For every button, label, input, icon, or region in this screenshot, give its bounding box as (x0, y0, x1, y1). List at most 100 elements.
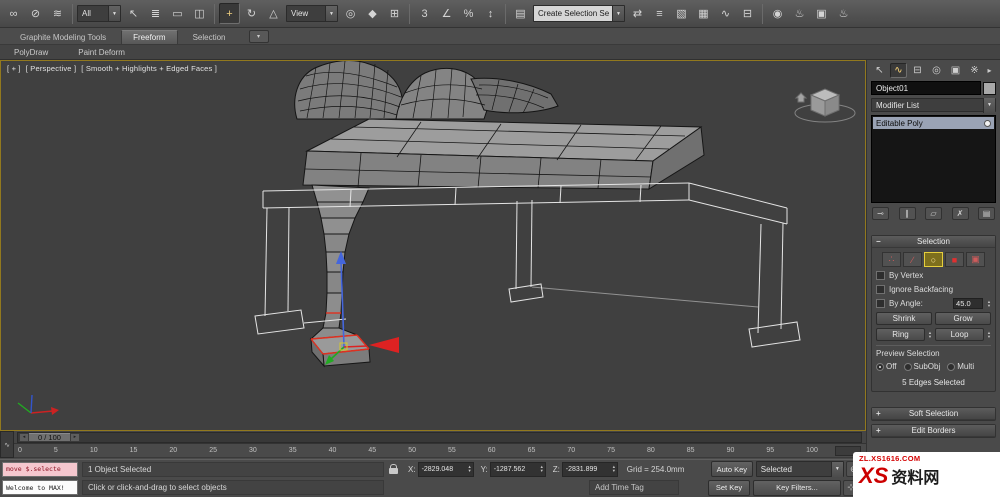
object-name-field[interactable]: Object01 (871, 81, 981, 95)
select-object-icon[interactable]: ↖ (123, 3, 144, 24)
shrink-button[interactable]: Shrink (876, 312, 932, 325)
render-setup-icon[interactable]: ♨ (789, 3, 810, 24)
ring-button[interactable]: Ring (876, 328, 926, 341)
modifier-list-combo[interactable]: Modifier List ▼ (871, 97, 996, 113)
chevron-down-icon[interactable]: ▼ (108, 6, 120, 21)
coord-y-field[interactable]: -1287.562 ▲ ▼ (489, 461, 546, 477)
preview-multi-radio[interactable]: Multi (947, 362, 974, 371)
keyboard-override-icon[interactable]: ⊞ (384, 3, 405, 24)
stack-item-editable-poly[interactable]: Editable Poly (873, 117, 994, 129)
selection-rollout-header[interactable]: − Selection (872, 236, 995, 248)
rendered-frame-window-icon[interactable]: ▣ (811, 3, 832, 24)
graphite-ribbon-toggle-icon[interactable]: ▦ (693, 3, 714, 24)
select-by-name-icon[interactable]: ≣ (145, 3, 166, 24)
panel-polydraw[interactable]: PolyDraw (14, 48, 48, 57)
object-color-swatch[interactable] (983, 81, 996, 95)
vertex-subobject-icon[interactable]: ∴ (882, 252, 901, 267)
viewport-menu-plus[interactable]: [ + ] (7, 64, 21, 73)
edit-borders-rollout-header[interactable]: + Edit Borders (872, 425, 995, 437)
grow-button[interactable]: Grow (935, 312, 991, 325)
angle-spinner-icon[interactable]: ▲ ▼ (987, 299, 991, 308)
use-center-icon[interactable]: ◎ (340, 3, 361, 24)
select-and-link-icon[interactable]: ∞ (3, 3, 24, 24)
tab-freeform[interactable]: Freeform (121, 30, 178, 44)
track-bar[interactable]: 0 5 10 15 20 25 30 35 40 45 50 55 60 65 70 75 80 85 90 95 10… (0, 444, 866, 458)
hierarchy-tab-icon[interactable]: ⊟ (909, 63, 926, 78)
configure-modifier-sets-icon[interactable]: ▤ (978, 206, 995, 220)
chevron-down-icon[interactable]: ▼ (983, 97, 995, 113)
motion-tab-icon[interactable]: ◎ (928, 63, 945, 78)
preview-off-radio[interactable]: Off (876, 362, 897, 371)
angle-snap-icon[interactable]: ∠ (436, 3, 457, 24)
modify-tab-icon[interactable]: ∿ (890, 62, 907, 78)
percent-snap-icon[interactable]: % (458, 3, 479, 24)
coord-x-field[interactable]: -2829.048 ▲ ▼ (417, 461, 474, 477)
viewcube[interactable] (794, 88, 856, 123)
spin-down-icon[interactable]: ▼ (540, 469, 544, 473)
snaps-toggle-icon[interactable]: 3 (414, 3, 435, 24)
select-and-manipulate-icon[interactable]: ◆ (362, 3, 383, 24)
edge-subobject-icon[interactable]: ∕ (903, 252, 922, 267)
window-crossing-toggle-icon[interactable]: ◫ (189, 3, 210, 24)
spin-down-icon[interactable]: ▼ (987, 303, 991, 308)
next-frame-icon[interactable]: ▸ (69, 432, 80, 442)
border-subobject-icon[interactable]: ○ (924, 252, 943, 267)
rectangular-selection-region-icon[interactable]: ▭ (167, 3, 188, 24)
panel-paint-deform[interactable]: Paint Deform (78, 48, 125, 57)
selection-lock-icon[interactable] (386, 462, 401, 477)
coord-y-spinner-icon[interactable]: ▲ ▼ (540, 465, 544, 473)
make-unique-icon[interactable]: ▱ (925, 206, 942, 220)
add-time-tag-button[interactable]: Add Time Tag (589, 480, 679, 496)
named-selection-set-combo[interactable]: Create Selection Se ▼ (533, 5, 625, 22)
align-icon[interactable]: ≡ (649, 3, 670, 24)
select-and-scale-icon[interactable]: △ (263, 3, 284, 24)
spin-down-icon[interactable]: ▼ (468, 469, 472, 473)
model-slab[interactable] (302, 118, 705, 190)
material-editor-icon[interactable]: ◉ (767, 3, 788, 24)
coord-z-spinner-icon[interactable]: ▲ ▼ (612, 465, 616, 473)
loop-button[interactable]: Loop (935, 328, 985, 341)
chevron-down-icon[interactable]: ▼ (830, 461, 843, 477)
select-and-rotate-icon[interactable]: ↻ (241, 3, 262, 24)
viewport-menu-view[interactable]: [ Perspective ] (26, 64, 77, 73)
set-key-button[interactable]: Set Key (708, 479, 750, 496)
unlink-selection-icon[interactable]: ⊘ (25, 3, 46, 24)
coord-x-spinner-icon[interactable]: ▲ ▼ (468, 465, 472, 473)
soft-selection-rollout-header[interactable]: + Soft Selection (872, 408, 995, 420)
selection-filter-combo[interactable]: All ▼ (77, 5, 121, 22)
visibility-bulb-icon[interactable] (984, 119, 991, 127)
display-tab-icon[interactable]: ▣ (947, 63, 964, 78)
tab-selection[interactable]: Selection (181, 30, 238, 44)
loop-spinner-icon[interactable]: ▲ ▼ (987, 330, 991, 339)
create-tab-icon[interactable]: ↖ (871, 63, 888, 78)
viewcube-home-icon[interactable] (794, 92, 808, 103)
select-and-move-icon[interactable]: + (219, 3, 240, 24)
model-ornament[interactable] (294, 61, 559, 120)
ring-spinner-icon[interactable]: ▲ ▼ (928, 330, 932, 339)
spinner-snap-icon[interactable]: ↕ (480, 3, 501, 24)
bind-to-spacewarp-icon[interactable]: ≋ (47, 3, 68, 24)
schematic-view-icon[interactable]: ⊟ (737, 3, 758, 24)
polygon-subobject-icon[interactable]: ■ (945, 252, 964, 267)
previous-frame-icon[interactable]: ◂ (19, 432, 29, 442)
element-subobject-icon[interactable]: ▣ (966, 252, 985, 267)
time-slider-track[interactable]: ◂ 0 / 100 ▸ (17, 431, 862, 443)
show-end-result-icon[interactable]: ∥ (898, 206, 916, 220)
render-production-icon[interactable]: ♨ (833, 3, 854, 24)
remove-modifier-icon[interactable]: ✗ (951, 206, 969, 220)
utilities-tab-icon[interactable]: ※ (966, 63, 983, 78)
edit-named-selection-sets-icon[interactable]: ▤ (510, 3, 531, 24)
by-angle-checkbox[interactable] (876, 299, 885, 308)
ribbon-minimize-icon[interactable]: ▾ (248, 30, 269, 43)
spin-down-icon[interactable]: ▼ (612, 469, 616, 473)
angle-value-field[interactable]: 45.0 (953, 298, 984, 309)
ignore-backfacing-checkbox[interactable] (876, 285, 885, 294)
chevron-down-icon[interactable]: ▼ (325, 6, 337, 21)
macro-recorder-field[interactable]: move $.selecte (2, 461, 78, 477)
preview-subobj-radio[interactable]: SubObj (903, 362, 940, 371)
gizmo-x-arrow[interactable] (369, 337, 399, 353)
key-filters-button[interactable]: Key Filters... (753, 479, 841, 496)
viewport-menu-shading[interactable]: [ Smooth + Highlights + Edged Faces ] (81, 64, 217, 73)
key-mode-combo[interactable]: Selected ▼ (755, 461, 844, 478)
chevron-down-icon[interactable]: ▼ (612, 6, 624, 21)
